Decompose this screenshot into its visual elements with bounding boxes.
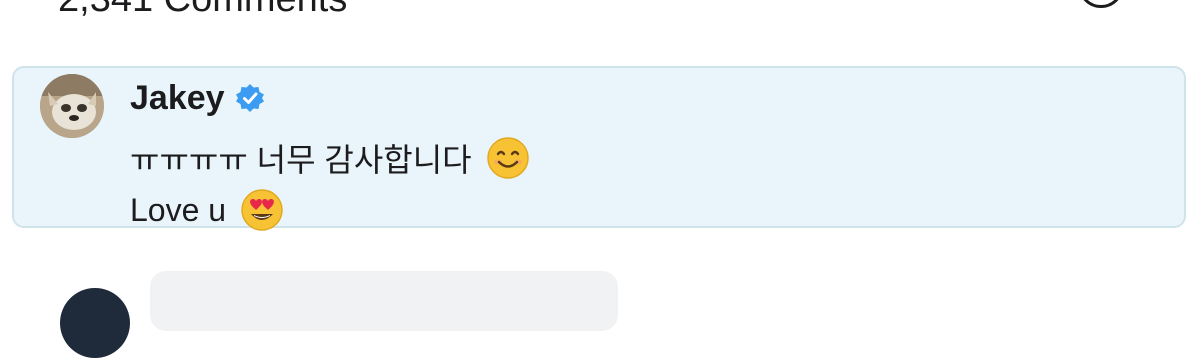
comments-count-title: 2,341 Comments — [58, 0, 347, 20]
comment-line-2: Love u — [130, 188, 284, 232]
heart-eyes-icon — [241, 189, 283, 231]
comment-text-line-1: ㅠㅠㅠㅠ 너무 감사합니다 — [130, 142, 472, 178]
comment-line-1: ㅠㅠㅠㅠ 너무 감사합니다 — [130, 136, 530, 180]
close-icon[interactable] — [1078, 0, 1124, 8]
avatar-image — [40, 74, 104, 138]
comment-text-line-2: Love u — [130, 191, 227, 228]
next-comment-text — [370, 296, 570, 316]
comment-author-row: Jakey — [130, 78, 265, 118]
verified-badge-icon — [235, 84, 264, 112]
author-name[interactable]: Jakey — [130, 79, 225, 118]
smiling-face-icon — [486, 137, 529, 179]
next-comment-avatar[interactable] — [60, 288, 130, 358]
avatar[interactable] — [40, 74, 104, 138]
